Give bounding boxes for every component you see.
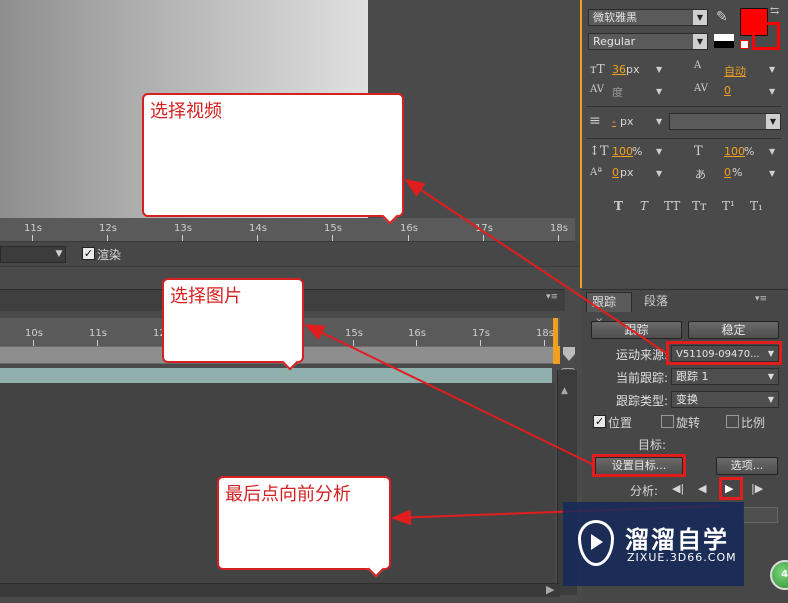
watermark-url: ZIXUE.3D66.COM <box>627 551 737 564</box>
play-icon <box>591 534 603 550</box>
arrow-to-video-callout <box>404 178 667 354</box>
watermark-title: 溜溜自学 <box>625 526 729 554</box>
arrow-to-image-callout <box>304 324 595 466</box>
